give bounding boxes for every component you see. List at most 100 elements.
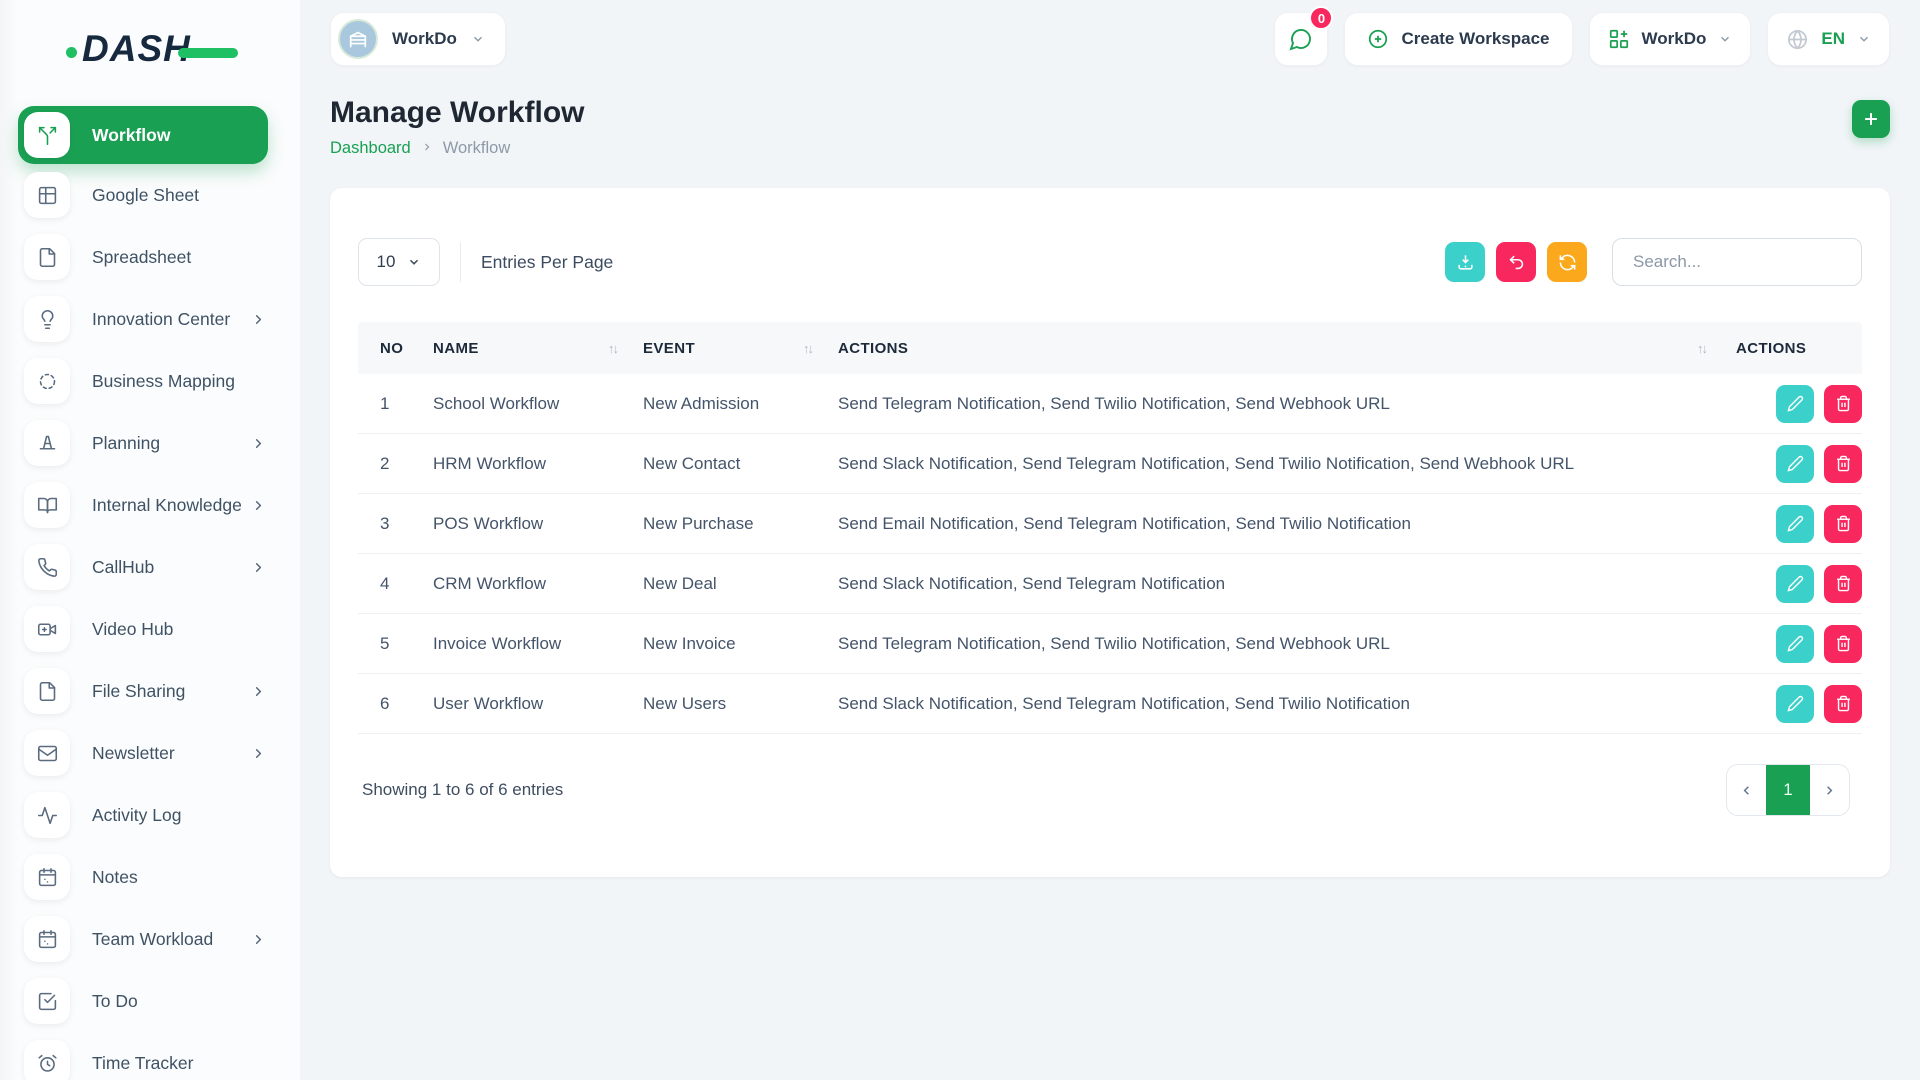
cell-name: School Workflow [433, 394, 643, 414]
chevron-right-icon [251, 312, 266, 327]
topbar-actions: 0 Create Workspace WorkDo EN [1274, 12, 1890, 66]
delete-button[interactable] [1824, 385, 1862, 423]
sidebar-item-spreadsheet[interactable]: Spreadsheet [0, 226, 300, 288]
table-row: 6 User Workflow New Users Send Slack Not… [358, 674, 1862, 734]
edit-button[interactable] [1776, 505, 1814, 543]
entries-summary: Showing 1 to 6 of 6 entries [358, 780, 563, 800]
calendar-icon [24, 854, 70, 900]
sidebar-item-label: CallHub [92, 557, 154, 578]
cell-actions: Send Telegram Notification, Send Twilio … [838, 634, 1732, 654]
sort-icon[interactable]: ↑↓ [803, 341, 812, 356]
sidebar-item-notes[interactable]: Notes [0, 846, 300, 908]
breadcrumb: Dashboard Workflow [330, 139, 584, 158]
delete-button[interactable] [1824, 565, 1862, 603]
sidebar-item-callhub[interactable]: CallHub [0, 536, 300, 598]
refresh-button[interactable] [1547, 242, 1587, 282]
phone-icon [37, 557, 58, 578]
trash-icon [1835, 455, 1852, 472]
cell-row-actions [1732, 625, 1862, 663]
export-button[interactable] [1445, 242, 1485, 282]
chevron-right-icon [1822, 783, 1837, 798]
previous-page-button[interactable] [1727, 764, 1766, 816]
app-switcher-button[interactable]: WorkDo [1589, 12, 1752, 66]
sidebar-item-newsletter[interactable]: Newsletter [0, 722, 300, 784]
cell-actions: Send Email Notification, Send Telegram N… [838, 514, 1732, 534]
chevron-right-icon [251, 498, 266, 513]
column-header-no[interactable]: NO [358, 340, 433, 357]
add-workflow-button[interactable] [1852, 100, 1890, 138]
cell-event: New Purchase [643, 514, 838, 534]
sidebar-item-business-mapping[interactable]: Business Mapping [0, 350, 300, 412]
activity-icon [24, 792, 70, 838]
delete-button[interactable] [1824, 685, 1862, 723]
sidebar-item-time-tracker[interactable]: Time Tracker [0, 1032, 300, 1080]
column-header-row-actions: ACTIONS [1732, 340, 1862, 357]
breadcrumb-dashboard-link[interactable]: Dashboard [330, 139, 411, 158]
logo-dot-icon [66, 47, 77, 58]
sidebar-item-label: Internal Knowledge [92, 495, 242, 516]
cell-no: 3 [358, 514, 433, 534]
sidebar-item-internal-knowledge[interactable]: Internal Knowledge [0, 474, 300, 536]
column-header-name[interactable]: NAME ↑↓ [433, 340, 643, 357]
chevron-left-icon [1739, 783, 1754, 798]
sidebar-item-video-hub[interactable]: Video Hub [0, 598, 300, 660]
page-number-current[interactable]: 1 [1766, 764, 1810, 816]
topbar: WorkDo 0 Create Workspace WorkDo [330, 0, 1890, 78]
sidebar-item-google-sheet[interactable]: Google Sheet [0, 164, 300, 226]
grid-plus-icon [1608, 28, 1630, 50]
edit-button[interactable] [1776, 625, 1814, 663]
cell-row-actions [1732, 685, 1862, 723]
undo-button[interactable] [1496, 242, 1536, 282]
next-page-button[interactable] [1810, 764, 1849, 816]
messages-button[interactable]: 0 [1274, 12, 1328, 66]
sidebar-item-label: Time Tracker [92, 1053, 193, 1074]
cell-name: User Workflow [433, 694, 643, 714]
delete-button[interactable] [1824, 445, 1862, 483]
create-workspace-button[interactable]: Create Workspace [1344, 12, 1572, 66]
edit-button[interactable] [1776, 565, 1814, 603]
delete-button[interactable] [1824, 505, 1862, 543]
cell-event: New Deal [643, 574, 838, 594]
sort-icon[interactable]: ↑↓ [1697, 341, 1706, 356]
edit-button[interactable] [1776, 445, 1814, 483]
sidebar-item-to-do[interactable]: To Do [0, 970, 300, 1032]
edit-button[interactable] [1776, 385, 1814, 423]
language-selector[interactable]: EN [1767, 12, 1890, 66]
dashed-circle-icon [37, 371, 58, 392]
column-header-actions[interactable]: ACTIONS ↑↓ [838, 340, 1732, 357]
edit-button[interactable] [1776, 685, 1814, 723]
check-square-icon [24, 978, 70, 1024]
table-row: 1 School Workflow New Admission Send Tel… [358, 374, 1862, 434]
cell-no: 4 [358, 574, 433, 594]
sort-icon[interactable]: ↑↓ [608, 341, 617, 356]
chevron-right-icon [421, 139, 433, 158]
delete-button[interactable] [1824, 625, 1862, 663]
file-icon [24, 234, 70, 280]
cell-name: POS Workflow [433, 514, 643, 534]
cell-event: New Contact [643, 454, 838, 474]
mail-icon [24, 730, 70, 776]
sidebar-item-file-sharing[interactable]: File Sharing [0, 660, 300, 722]
sidebar-item-innovation-center[interactable]: Innovation Center [0, 288, 300, 350]
sidebar-item-label: Google Sheet [92, 185, 199, 206]
workspace-avatar [338, 19, 378, 59]
column-header-event[interactable]: EVENT ↑↓ [643, 340, 838, 357]
workspace-switcher[interactable]: WorkDo [330, 12, 506, 66]
sidebar-item-label: Spreadsheet [92, 247, 191, 268]
cell-event: New Admission [643, 394, 838, 414]
app-logo[interactable]: DASH [66, 26, 236, 78]
toolbar-buttons [1445, 238, 1862, 286]
sidebar-item-label: Planning [92, 433, 160, 454]
activity-icon [37, 805, 58, 826]
entries-per-page-select[interactable]: 10 [358, 238, 440, 286]
sidebar: DASH Workflow Google Sheet Spreadsheet I… [0, 0, 300, 1080]
chevron-down-icon [407, 255, 421, 269]
sidebar-item-workflow[interactable]: Workflow [18, 106, 268, 164]
sidebar-item-team-workload[interactable]: Team Workload [0, 908, 300, 970]
calendar-icon [37, 867, 58, 888]
search-input[interactable] [1612, 238, 1862, 286]
sidebar-item-activity-log[interactable]: Activity Log [0, 784, 300, 846]
chevron-right-icon [251, 436, 266, 451]
sidebar-item-planning[interactable]: Planning [0, 412, 300, 474]
chevron-right-icon [251, 436, 266, 451]
